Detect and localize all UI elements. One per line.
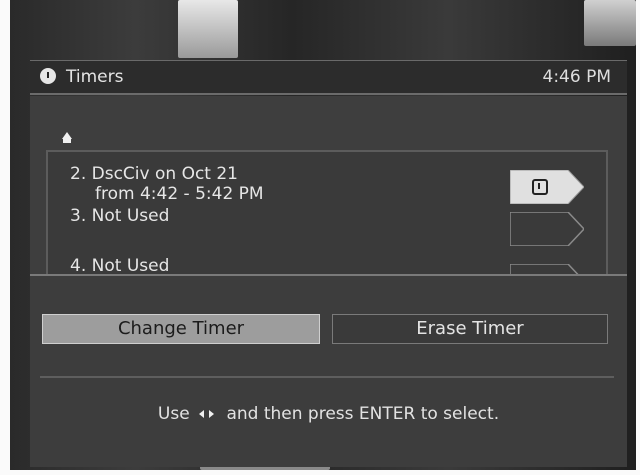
clock-icon bbox=[532, 179, 548, 195]
help-prefix: Use bbox=[157, 404, 190, 424]
help-text: Use and then press ENTER to select. bbox=[30, 404, 627, 424]
timer-number: 4. bbox=[70, 256, 87, 276]
timer-number: 3. bbox=[70, 206, 87, 226]
timer-item-3[interactable]: 3. Not Used bbox=[70, 206, 169, 226]
page-title: Timers bbox=[66, 67, 124, 87]
help-suffix: and then press ENTER to select. bbox=[226, 404, 500, 424]
timer-item-2-time: from 4:42 - 5:42 PM bbox=[95, 184, 264, 204]
background-sky-patch bbox=[178, 0, 238, 58]
erase-timer-button[interactable]: Erase Timer bbox=[332, 314, 608, 344]
change-timer-button[interactable]: Change Timer bbox=[42, 314, 320, 344]
background-sky-patch bbox=[584, 0, 636, 46]
timer-tab[interactable] bbox=[510, 212, 584, 246]
left-right-arrows-icon bbox=[197, 408, 219, 420]
timer-list: 2. DscCiv on Oct 21 from 4:42 - 5:42 PM … bbox=[46, 150, 608, 290]
action-pane: Change Timer Erase Timer Use and then pr… bbox=[30, 274, 627, 467]
current-time: 4:46 PM bbox=[542, 67, 612, 87]
clock-icon bbox=[40, 68, 56, 84]
timer-item-2[interactable]: 2. DscCiv on Oct 21 bbox=[70, 164, 238, 184]
timer-status: Not Used bbox=[91, 256, 170, 276]
timer-tab-selected[interactable] bbox=[510, 170, 584, 204]
timer-status: Not Used bbox=[91, 206, 170, 226]
timer-number: 2. bbox=[70, 164, 87, 184]
timer-title: DscCiv on Oct 21 bbox=[91, 164, 238, 184]
timer-list-pane: 2. DscCiv on Oct 21 from 4:42 - 5:42 PM … bbox=[30, 96, 627, 290]
timers-dialog: Timers 4:46 PM 2. DscCiv on Oct 21 from … bbox=[30, 60, 627, 467]
divider bbox=[40, 376, 614, 378]
scroll-up-arrow-icon[interactable] bbox=[62, 132, 72, 143]
timer-item-4[interactable]: 4. Not Used bbox=[70, 256, 169, 276]
title-bar: Timers 4:46 PM bbox=[30, 60, 627, 95]
